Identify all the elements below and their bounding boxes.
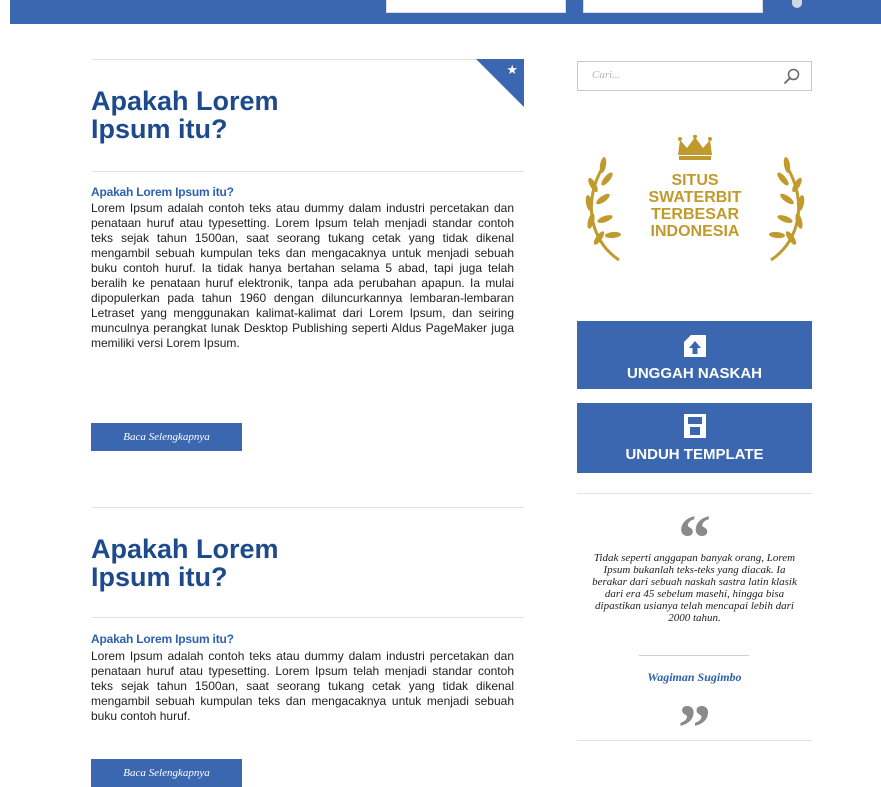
divider [91, 617, 524, 618]
download-button-label: UNDUH TEMPLATE [625, 446, 764, 463]
divider [639, 655, 749, 656]
article-subtitle[interactable]: Apakah Lorem Ipsum itu? [91, 632, 234, 646]
search-box[interactable]: Cari... [577, 61, 812, 91]
upload-icon [684, 335, 706, 357]
top-nav-icon[interactable] [792, 0, 802, 8]
badge-line: TERBESAR [650, 206, 739, 223]
divider [577, 493, 812, 494]
testimonial: “ Tidak seperti anggapan banyak orang, L… [577, 493, 812, 762]
divider [577, 740, 812, 741]
article-title: Apakah Lorem Ipsum itu? [91, 86, 279, 144]
upload-manuscript-button[interactable]: UNGGAH NASKAH [577, 321, 812, 389]
top-nav-field-2[interactable] [583, 0, 763, 13]
quote-author[interactable]: Wagiman Sugimbo [577, 670, 812, 685]
search-input[interactable]: Cari... [592, 69, 620, 81]
read-more-button[interactable]: Baca Selengkapnya [91, 423, 242, 451]
download-template-button[interactable]: UNDUH TEMPLATE [577, 403, 812, 473]
search-icon[interactable] [783, 67, 801, 85]
badge-line: SITUS [671, 172, 719, 189]
quote-text: Tidak seperti anggapan banyak orang, Lor… [592, 552, 797, 624]
top-navigation-bar [10, 0, 881, 24]
badge-line: INDONESIA [650, 223, 740, 240]
article-body: Lorem Ipsum adalah contoh teks atau dumm… [91, 649, 514, 723]
badge-line: SWATERBIT [648, 189, 742, 206]
divider [91, 507, 524, 508]
upload-button-label: UNGGAH NASKAH [627, 365, 762, 382]
article-body: Lorem Ipsum adalah contoh teks atau dumm… [91, 201, 514, 350]
article-title: Apakah Lorem Ipsum itu? [91, 534, 279, 592]
article-card: Apakah Lorem Ipsum itu? Apakah Lorem Ips… [91, 507, 524, 787]
divider [91, 59, 524, 60]
top-nav-field-1[interactable] [386, 0, 566, 13]
save-icon [684, 414, 706, 438]
badge-text: SITUS SWATERBIT TERBESAR INDONESIA [581, 172, 809, 240]
site-badge: SITUS SWATERBIT TERBESAR INDONESIA [581, 135, 809, 265]
star-icon: ★ [506, 62, 518, 77]
close-quote-icon: ” [678, 692, 711, 765]
article-card: ★ Apakah Lorem Ipsum itu? Apakah Lorem I… [91, 59, 524, 459]
read-more-button[interactable]: Baca Selengkapnya [91, 759, 242, 787]
article-subtitle[interactable]: Apakah Lorem Ipsum itu? [91, 185, 234, 199]
divider [91, 171, 524, 172]
